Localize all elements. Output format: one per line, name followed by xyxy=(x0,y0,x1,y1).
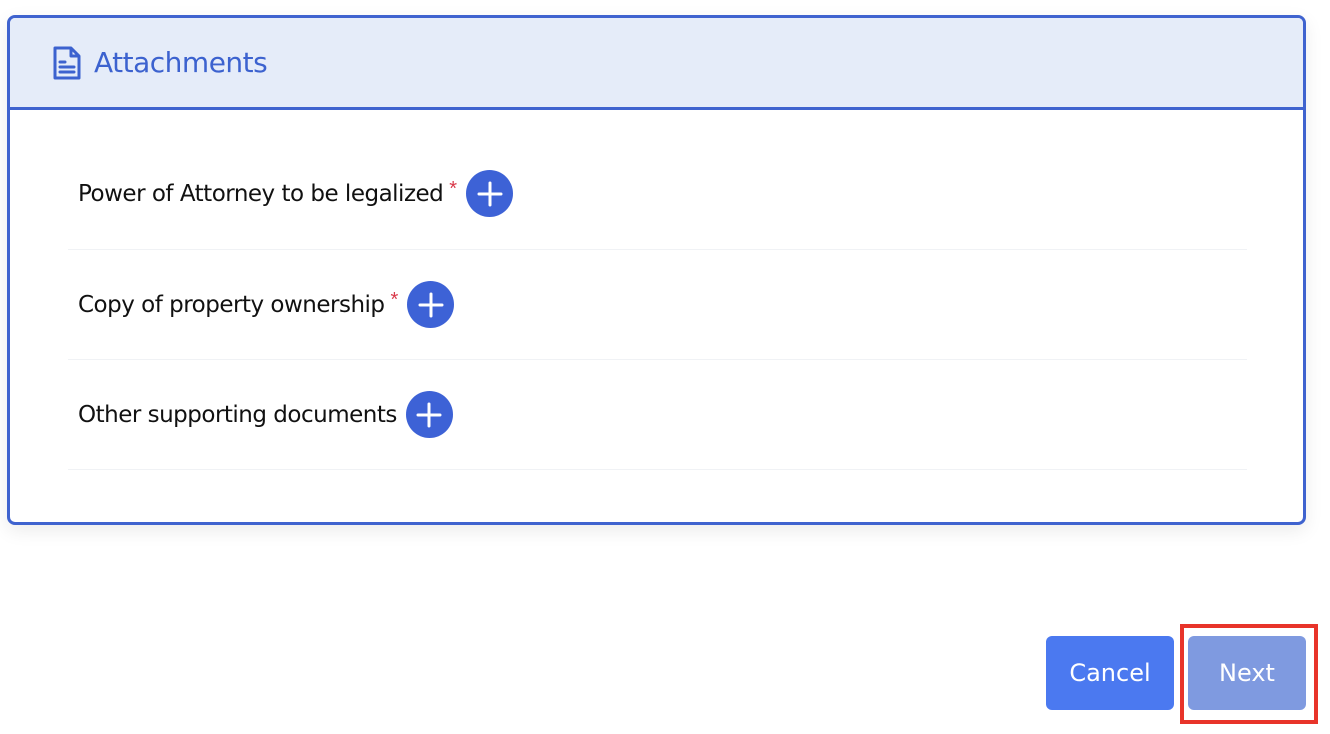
plus-icon xyxy=(418,292,444,317)
required-asterisk: * xyxy=(449,178,458,200)
attachment-row-property-ownership: Copy of property ownership * xyxy=(68,250,1247,360)
attachment-label: Power of Attorney to be legalized xyxy=(78,180,444,207)
next-button[interactable]: Next xyxy=(1188,636,1306,710)
document-icon xyxy=(52,45,82,81)
cancel-button[interactable]: Cancel xyxy=(1046,636,1174,710)
attachments-card: Attachments Power of Attorney to be lega… xyxy=(7,15,1306,525)
plus-icon xyxy=(477,181,503,206)
add-power-of-attorney-button[interactable] xyxy=(466,170,514,217)
attachment-row-power-of-attorney: Power of Attorney to be legalized * xyxy=(68,110,1247,250)
attachment-row-other-documents: Other supporting documents xyxy=(68,360,1247,470)
attachments-title: Attachments xyxy=(94,46,268,79)
add-property-ownership-button[interactable] xyxy=(407,281,455,328)
attachments-list: Power of Attorney to be legalized * Copy… xyxy=(10,110,1303,470)
attachment-label: Copy of property ownership xyxy=(78,291,385,318)
attachment-label: Other supporting documents xyxy=(78,401,397,428)
plus-icon xyxy=(416,402,442,427)
attachments-header: Attachments xyxy=(10,18,1303,110)
required-asterisk: * xyxy=(390,289,399,311)
add-other-documents-button[interactable] xyxy=(405,391,453,438)
